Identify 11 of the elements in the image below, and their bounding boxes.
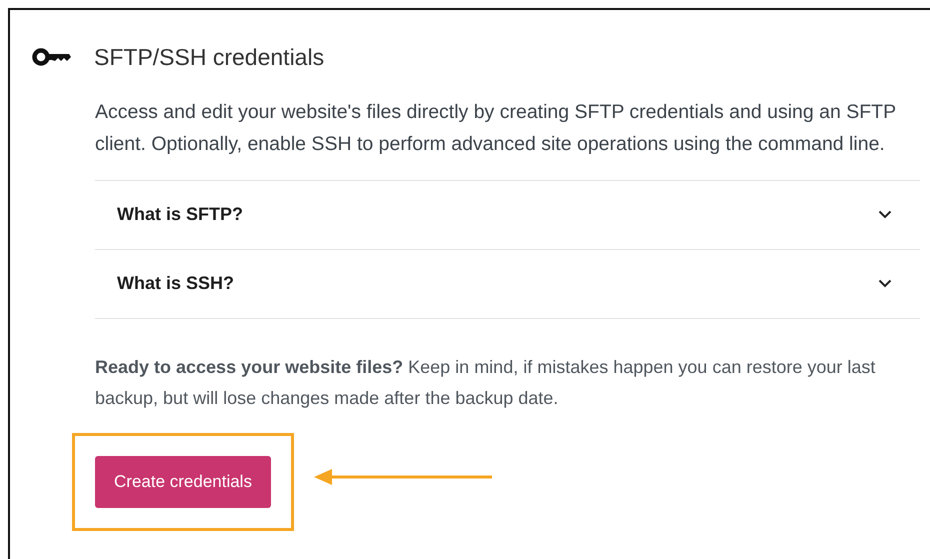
card-title: SFTP/SSH credentials <box>94 43 324 72</box>
chevron-icon <box>878 210 892 219</box>
notice-text: Ready to access your website files? Keep in mind, if mistakes happen you can restore your last backup, but will lose changes made after the backup date. <box>95 356 876 410</box>
accordion-question: What is SFTP? <box>117 203 243 226</box>
accordion-question: What is SSH? <box>117 272 234 295</box>
accordion-item[interactable]: What is SSH? <box>95 250 920 318</box>
description-text: Access and edit your website's files directly by creating SFTP credentials and using an SFTP client. Optionally, enable SSH to perform advanced site operations using the command line. <box>95 100 897 156</box>
key-icon <box>32 47 72 68</box>
arrow-icon <box>314 466 494 486</box>
chevron-icon <box>878 279 892 288</box>
create-credentials-button[interactable]: Create credentials <box>95 456 271 508</box>
